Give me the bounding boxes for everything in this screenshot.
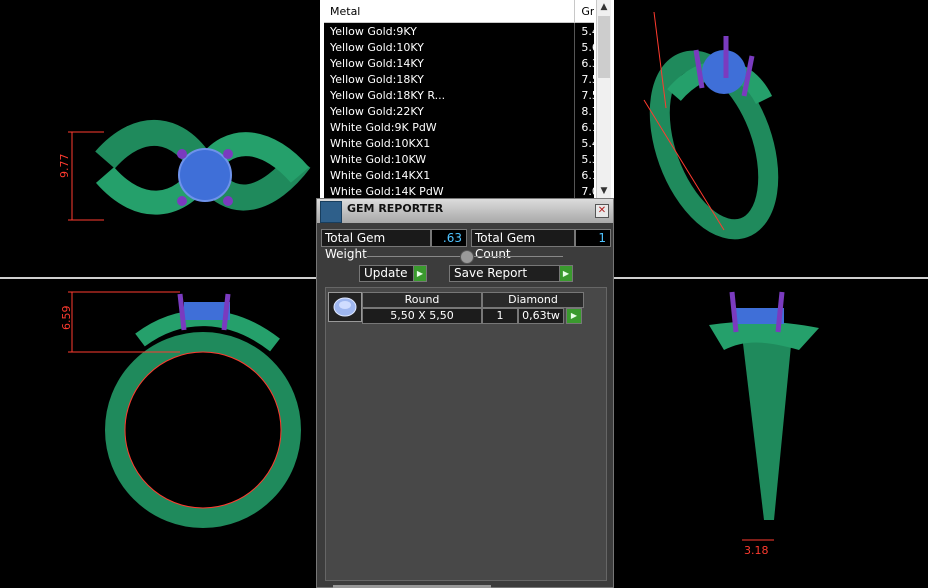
metal-weight-table: MetalGramsDWTSPG Yellow Gold:9KY5.423.48…	[324, 0, 594, 198]
gem-weight-value: 0,63tw	[518, 308, 564, 324]
close-icon[interactable]: ✕	[595, 204, 609, 218]
metal-row[interactable]: Yellow Gold:14KY6.304.0512.88	[324, 55, 594, 71]
save-report-button[interactable]: Save Report ▶	[449, 265, 573, 282]
metal-table-body: Yellow Gold:9KY5.423.4811.08Yellow Gold:…	[324, 22, 594, 198]
metal-row[interactable]: Yellow Gold:18KY7.534.8415.41	[324, 71, 594, 87]
gem-slider-handle[interactable]	[460, 250, 474, 264]
metal-cell-grams: 6.16	[574, 167, 594, 183]
scroll-up-icon[interactable]: ▲	[597, 0, 611, 14]
gem-list: Round Diamond 5,50 X 5,50 1 0,63tw ▶	[325, 287, 607, 581]
dim-top-left: 9.77	[58, 154, 71, 179]
save-report-label: Save Report	[454, 266, 528, 280]
total-gem-count-value: 1	[575, 229, 611, 247]
play-icon: ▶	[559, 265, 573, 282]
metal-cell-metal: White Gold:9K PdW	[324, 119, 576, 135]
metal-cell-grams: 8.74	[574, 103, 594, 119]
scroll-down-icon[interactable]: ▼	[597, 184, 611, 198]
metal-table-scrollbar[interactable]: ▲ ▼	[596, 0, 611, 198]
metal-cell-grams: 7.53	[574, 87, 594, 103]
play-icon: ▶	[413, 265, 427, 282]
metal-cell-metal: White Gold:14KX1	[324, 167, 576, 183]
metal-col-grams[interactable]: Grams	[574, 0, 594, 23]
metal-cell-metal: Yellow Gold:10KY	[324, 39, 576, 55]
metal-row[interactable]: Yellow Gold:10KY5.603.6011.45	[324, 39, 594, 55]
metal-cell-metal: Yellow Gold:22KY	[324, 103, 576, 119]
metal-cell-grams: 7.53	[574, 71, 594, 87]
total-gem-weight-value: .63	[431, 229, 467, 247]
metal-row[interactable]: White Gold:10KX15.463.5111.18	[324, 135, 594, 151]
metal-row[interactable]: Yellow Gold:9KY5.423.4811.08	[324, 22, 594, 39]
metal-cell-metal: Yellow Gold:18KY	[324, 71, 576, 87]
gem-count-value: 1	[482, 308, 518, 324]
front-view-viewport[interactable]: 6.59	[0, 280, 316, 588]
gem-reporter-panel: GEM REPORTER ✕ Total Gem Weight .63 Tota…	[316, 198, 614, 588]
metal-cell-metal: White Gold:10KW	[324, 151, 576, 167]
metal-cell-grams: 7.02	[574, 183, 594, 198]
ring-perspective-view	[643, 11, 779, 240]
metal-cell-metal: Yellow Gold:14KY	[324, 55, 576, 71]
metal-cell-grams: 5.46	[574, 135, 594, 151]
metal-cell-grams: 6.15	[574, 119, 594, 135]
gem-type-header: Diamond	[482, 292, 584, 308]
metal-cell-grams: 5.37	[574, 151, 594, 167]
gem-reporter-logo-icon	[320, 201, 342, 223]
dim-bottom-left: 6.59	[60, 306, 73, 331]
metal-row[interactable]: Yellow Gold:18KY R...7.534.8415.41	[324, 87, 594, 103]
metal-row[interactable]: White Gold:9K PdW6.153.9612.59	[324, 119, 594, 135]
top-view-viewport[interactable]: 9.77	[0, 0, 316, 276]
ring-top-view: 9.77	[58, 119, 311, 221]
metal-row[interactable]: Yellow Gold:22KY8.745.6217.89	[324, 103, 594, 119]
gem-shape-header: Round	[362, 292, 482, 308]
metal-weight-panel: MetalGramsDWTSPG Yellow Gold:9KY5.423.48…	[320, 0, 614, 198]
metal-cell-metal: Yellow Gold:18KY R...	[324, 87, 576, 103]
perspective-viewport[interactable]	[614, 0, 928, 276]
update-label: Update	[364, 266, 408, 280]
gem-row-play-icon[interactable]: ▶	[566, 308, 582, 324]
total-gem-weight-label: Total Gem Weight	[321, 229, 431, 261]
metal-cell-metal: White Gold:14K PdW	[324, 183, 576, 198]
round-diamond-icon[interactable]	[328, 292, 362, 322]
metal-cell-grams: 6.30	[574, 55, 594, 71]
metal-cell-metal: Yellow Gold:9KY	[324, 22, 576, 39]
dim-bottom-right: 3.18	[744, 544, 769, 557]
ring-side-view: 3.18	[709, 291, 819, 557]
update-button[interactable]: Update ▶	[359, 265, 427, 282]
metal-cell-metal: White Gold:10KX1	[324, 135, 576, 151]
metal-cell-grams: 5.42	[574, 22, 594, 39]
gem-reporter-title: GEM REPORTER	[347, 202, 444, 215]
metal-cell-grams: 5.60	[574, 39, 594, 55]
total-gem-count-label: Total Gem Count	[471, 229, 575, 261]
metal-table-header: MetalGramsDWTSPG	[324, 0, 594, 23]
metal-row[interactable]: White Gold:14KX16.163.9612.61	[324, 167, 594, 183]
ring-front-view: 6.59	[60, 291, 301, 528]
side-view-viewport[interactable]: 3.18	[614, 280, 928, 588]
metal-col-metal[interactable]: Metal	[324, 0, 576, 23]
scroll-thumb[interactable]	[598, 16, 610, 78]
metal-row[interactable]: White Gold:10KW5.373.4510.99	[324, 151, 594, 167]
metal-row[interactable]: White Gold:14K PdW7.024.5214.37	[324, 183, 594, 198]
gem-size-value: 5,50 X 5,50	[362, 308, 482, 324]
gem-reporter-titlebar[interactable]: GEM REPORTER ✕	[317, 199, 613, 223]
